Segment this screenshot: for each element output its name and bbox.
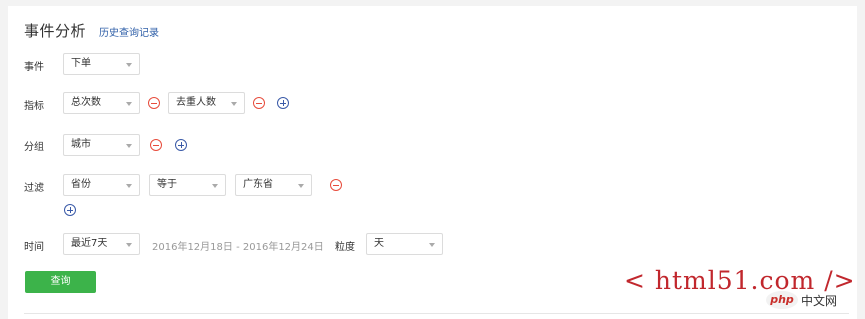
add-metric-icon[interactable] — [277, 97, 289, 109]
add-group-icon[interactable] — [175, 139, 187, 151]
remove-filter-icon[interactable] — [330, 179, 342, 191]
caret-down-icon — [126, 184, 132, 188]
filter-value-select[interactable]: 广东省 — [235, 174, 312, 196]
metric-select-2[interactable]: 去重人数 — [168, 92, 245, 114]
add-filter-icon[interactable] — [64, 204, 76, 216]
query-button[interactable]: 查询 — [25, 271, 96, 293]
caret-down-icon — [231, 102, 237, 106]
metric-select-1[interactable]: 总次数 — [63, 92, 140, 114]
time-range-value: 最近7天 — [71, 238, 108, 249]
filter-value-value: 广东省 — [243, 179, 273, 190]
date-range-text: 2016年12月18日 - 2016年12月24日 — [152, 242, 324, 253]
php-logo-icon: php — [766, 291, 798, 309]
group-select-value: 城市 — [71, 139, 91, 150]
filter-label: 过滤 — [24, 183, 44, 194]
filter-operator-value: 等于 — [157, 179, 177, 190]
time-range-select[interactable]: 最近7天 — [63, 233, 140, 255]
metric-select-2-value: 去重人数 — [176, 97, 216, 108]
filter-field-value: 省份 — [71, 179, 91, 190]
remove-group-icon[interactable] — [150, 139, 162, 151]
caret-down-icon — [429, 243, 435, 247]
filter-operator-select[interactable]: 等于 — [149, 174, 226, 196]
php-cn-watermark: php 中文网 — [766, 291, 837, 309]
php-cn-text: 中文网 — [801, 293, 838, 308]
history-records-link[interactable]: 历史查询记录 — [99, 24, 159, 39]
caret-down-icon — [126, 102, 132, 106]
event-select[interactable]: 下单 — [63, 53, 140, 75]
divider — [24, 313, 849, 314]
granularity-select[interactable]: 天 — [366, 233, 443, 255]
time-label: 时间 — [24, 242, 44, 253]
page-title: 事件分析 — [24, 22, 87, 40]
caret-down-icon — [126, 63, 132, 67]
caret-down-icon — [126, 144, 132, 148]
granularity-value: 天 — [374, 238, 384, 249]
group-label: 分组 — [24, 142, 44, 153]
granularity-label: 粒度 — [335, 242, 355, 253]
caret-down-icon — [212, 184, 218, 188]
caret-down-icon — [126, 243, 132, 247]
remove-metric-2-icon[interactable] — [253, 97, 265, 109]
metric-label: 指标 — [24, 101, 44, 112]
group-select[interactable]: 城市 — [63, 134, 140, 156]
caret-down-icon — [298, 184, 304, 188]
page-header: 事件分析 历史查询记录 — [24, 20, 159, 41]
filter-field-select[interactable]: 省份 — [63, 174, 140, 196]
remove-metric-1-icon[interactable] — [148, 97, 160, 109]
metric-select-1-value: 总次数 — [71, 97, 101, 108]
event-label: 事件 — [24, 62, 44, 73]
event-select-value: 下单 — [71, 58, 91, 69]
